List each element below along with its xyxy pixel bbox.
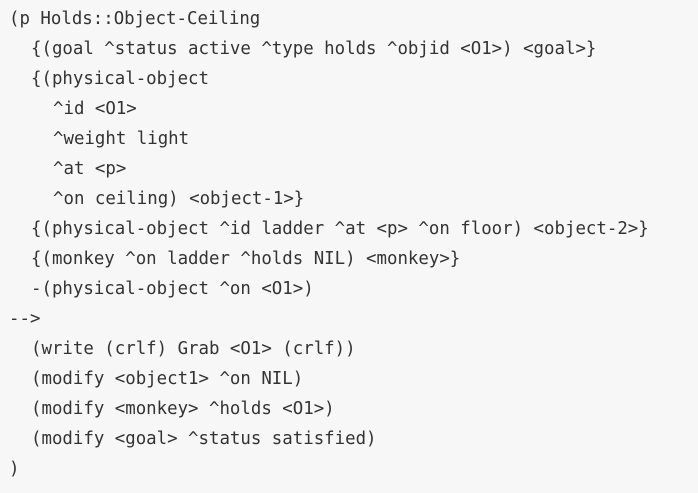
code-line: ^id <O1> (53, 99, 137, 119)
code-line: (modify <object1> ^on NIL) (31, 369, 304, 389)
code-line: --> (9, 309, 41, 329)
code-block: (p Holds::Object-Ceiling {(goal ^status … (0, 0, 698, 493)
code-line: (p Holds::Object-Ceiling (9, 9, 261, 29)
code-line: {(monkey ^on ladder ^holds NIL) <monkey>… (31, 249, 461, 269)
code-line: -(physical-object ^on <O1>) (31, 279, 314, 299)
code-line: {(goal ^status active ^type holds ^objid… (31, 39, 597, 59)
code-line: ^on ceiling) <object-1>} (53, 189, 305, 209)
code-line: (modify <monkey> ^holds <O1>) (31, 399, 335, 419)
code-line: {(physical-object (31, 69, 209, 89)
code-line: ^at <p> (53, 159, 127, 179)
code-line: (write (crlf) Grab <O1> (crlf)) (31, 339, 356, 359)
code-line: {(physical-object ^id ladder ^at <p> ^on… (31, 219, 649, 239)
code-line: ^weight light (53, 129, 190, 149)
code-line: (modify <goal> ^status satisfied) (31, 429, 377, 449)
code-line: ) (9, 459, 20, 479)
